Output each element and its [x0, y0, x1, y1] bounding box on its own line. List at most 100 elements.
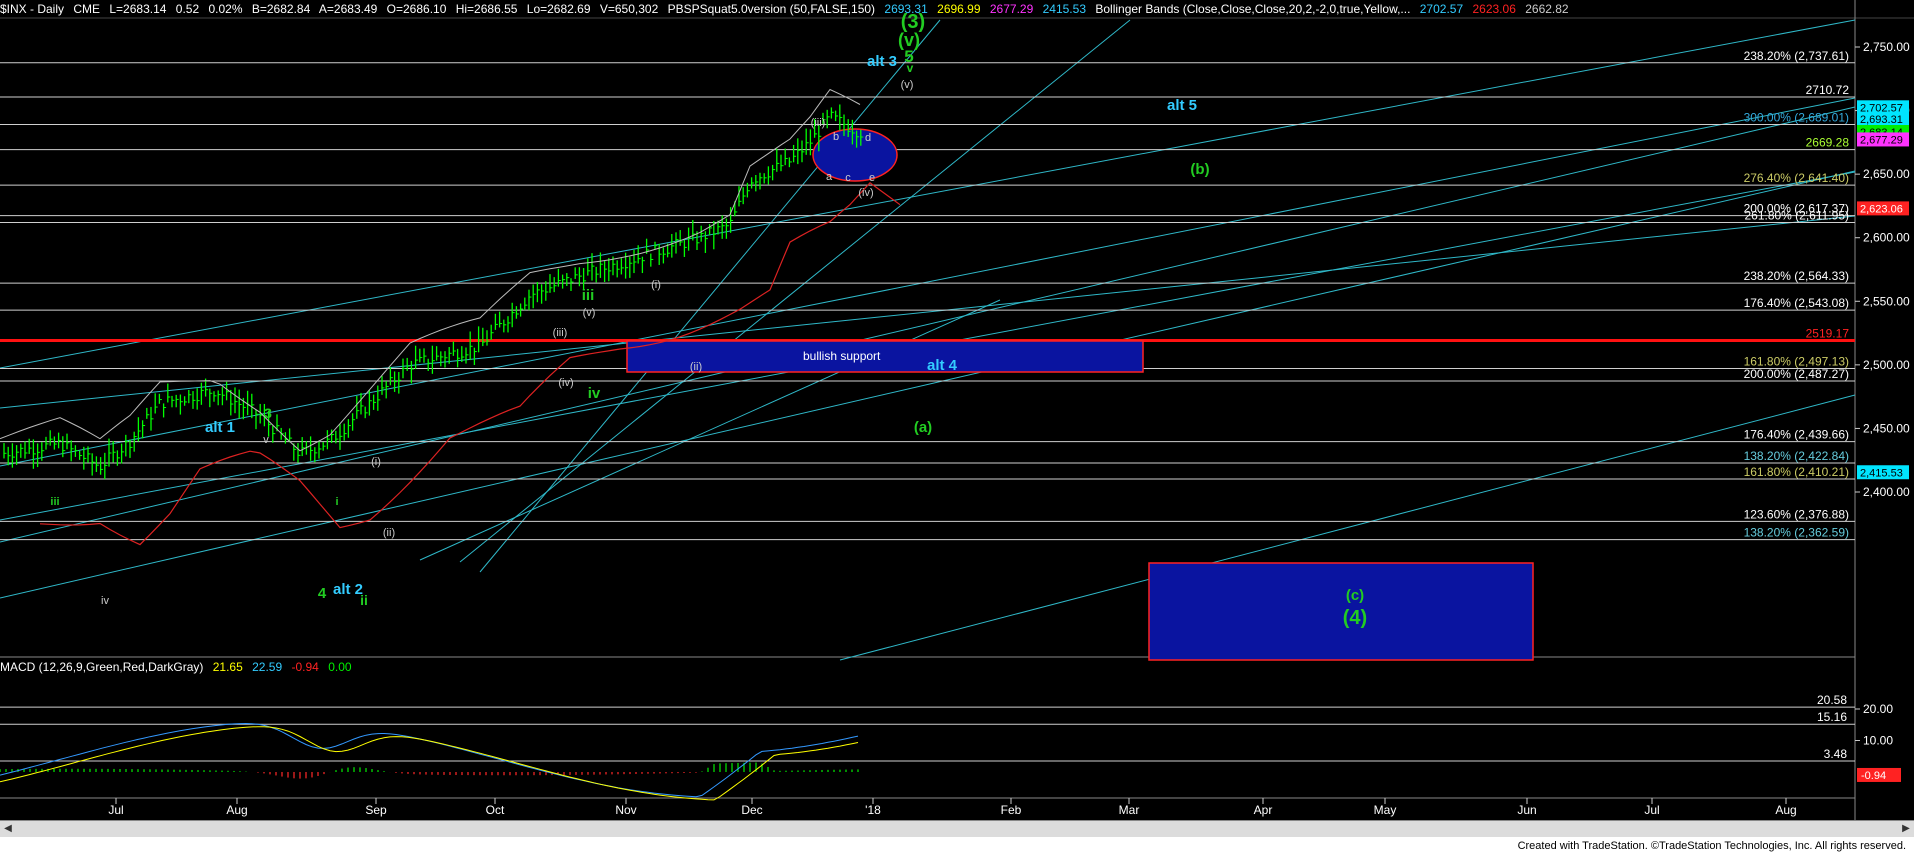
scroll-right-icon[interactable]: ▶ — [1898, 821, 1914, 837]
fib-level-label: 2519.17 — [1806, 326, 1850, 340]
subwave-label: (i) — [371, 456, 381, 468]
fib-level-label: 300.00% (2,689.01) — [1744, 111, 1849, 125]
fib-levels: 238.20% (2,737.61) 2710.72 300.00% (2,689.… — [0, 49, 1855, 541]
subwave-label: b — [833, 131, 839, 143]
price-tick-label: 2,600.00 — [1863, 231, 1910, 245]
bollinger-bands — [0, 88, 901, 546]
wave-label: (b) — [1190, 161, 1209, 178]
bb-value-2: 2623.06 — [1472, 2, 1516, 16]
study-value-3: 2677.29 — [989, 2, 1034, 16]
study-value-1: 2693.31 — [884, 2, 928, 16]
macd-signal-line — [0, 726, 859, 801]
fib-level-label: 123.60% (2,376.88) — [1744, 507, 1849, 521]
time-tick-label: May — [1374, 803, 1397, 817]
wave-label: iii — [50, 496, 59, 508]
subwave-label: (iv) — [558, 377, 573, 389]
macd-line — [0, 722, 859, 798]
low-value: Lo=2682.69 — [526, 2, 591, 16]
alt-wave-label: alt 4 — [927, 357, 958, 374]
fib-level-label: 200.00% (2,487.27) — [1744, 367, 1849, 381]
macd-label: MACD (12,26,9,Green,Red,DarkGray) — [0, 660, 204, 674]
time-tick-label: Jun — [1517, 803, 1536, 817]
price-tick-label: 2,500.00 — [1863, 358, 1910, 372]
macd-tick-label: 20.00 — [1863, 702, 1893, 716]
ask-value: A=2683.49 — [318, 2, 378, 16]
trendline — [479, 19, 941, 573]
pct-change: 0.02% — [208, 2, 243, 16]
fib-level-label: 276.40% (2,641.40) — [1744, 171, 1849, 185]
subwave-label: (ii) — [690, 361, 702, 373]
subwave-label: (ii) — [383, 527, 395, 539]
footer-credit: Created with TradeStation. ©TradeStation… — [1517, 840, 1906, 852]
macd-panel: 20.58 15.16 3.48 20.00 10.00 -0.94 — [0, 693, 1901, 801]
footer: Created with TradeStation. ©TradeStation… — [0, 837, 1914, 856]
trendline — [0, 97, 1856, 467]
zone-box — [626, 340, 1144, 373]
price-badge-label: 2,677.29 — [1860, 134, 1903, 146]
fib-level-label: 261.80% (2,611.95) — [1744, 209, 1849, 223]
fib-level-label: 138.20% (2,422.84) — [1744, 449, 1849, 463]
time-tick-label: '18 — [865, 803, 881, 817]
wave-label: (a) — [914, 419, 932, 436]
bid-value: B=2682.84 — [251, 2, 311, 16]
macd-level-label: 20.58 — [1817, 693, 1847, 707]
subwave-label: a — [826, 171, 833, 183]
study-label: PBSPSquat5.0version (50,FALSE,150) — [667, 2, 876, 16]
fib-level-label: 161.80% (2,410.21) — [1744, 465, 1849, 479]
subwave-label: (v) — [901, 79, 914, 91]
macd-value-2: 22.59 — [252, 660, 283, 674]
wave-label: v — [907, 61, 914, 75]
bb-value-1: 2702.57 — [1419, 2, 1464, 16]
scroll-left-icon[interactable]: ◀ — [0, 821, 16, 837]
price-axis: 2,750.002,700.002,650.002,600.002,550.00… — [1855, 40, 1910, 499]
fib-level-label: 2669.28 — [1806, 136, 1850, 150]
time-tick-label: Sep — [365, 803, 387, 817]
time-tick-label: Dec — [741, 803, 762, 817]
subwave-label: (iii) — [811, 117, 826, 129]
wave-label: iv — [588, 385, 601, 402]
bb-label: Bollinger Bands (Close,Close,Close,20,2,… — [1095, 2, 1411, 16]
macd-value-1: 21.65 — [212, 660, 243, 674]
study-value-4: 2415.53 — [1042, 2, 1086, 16]
time-tick-label: Mar — [1119, 803, 1140, 817]
subwave-label: (iii) — [553, 327, 568, 339]
time-tick-label: Jul — [1644, 803, 1659, 817]
time-axis: Jul Aug Sep Oct Nov Dec '18 Feb Mar Apr May Jun Jul A… — [108, 798, 1797, 817]
time-tick-label: Nov — [615, 803, 636, 817]
trendline — [459, 19, 1131, 563]
time-tick-label: Apr — [1254, 803, 1273, 817]
trendline — [0, 106, 1856, 543]
fib-level-label: 138.20% (2,362.59) — [1744, 526, 1849, 540]
volume-value: V=650,302 — [599, 2, 659, 16]
wave-labels: (3)(v)5v(b)(a)(c)(4)3iiiiv4 iiiii ialt 3al… — [50, 11, 1367, 629]
symbol-label: $INX - Daily — [0, 2, 65, 16]
price-bars — [3, 104, 864, 480]
alt-wave-label: alt 2 — [333, 581, 363, 598]
alt-wave-label: alt 5 — [1167, 97, 1197, 114]
wave-label: i — [335, 496, 338, 508]
price-tick-label: 2,650.00 — [1863, 167, 1910, 181]
fib-level-label: 176.40% (2,439.66) — [1744, 428, 1849, 442]
fib-level-label: 176.40% (2,543.08) — [1744, 296, 1849, 310]
subwave-label: iv — [101, 595, 109, 607]
subwave-label: (i) — [651, 279, 661, 291]
alt-wave-label: alt 3 — [867, 53, 897, 70]
time-tick-label: Aug — [1775, 803, 1796, 817]
trendline — [0, 170, 1856, 599]
zone-label: bullish support — [803, 349, 881, 363]
trendline — [0, 19, 1856, 369]
zone-box — [1148, 562, 1534, 661]
last-price: L=2683.14 — [109, 2, 167, 16]
macd-value-3: -0.94 — [291, 660, 319, 674]
study-value-2: 2696.99 — [937, 2, 981, 16]
subwave-label: e — [869, 172, 875, 184]
alt-wave-label: alt 1 — [205, 419, 235, 436]
horizontal-scrollbar[interactable]: ◀ ▶ — [0, 820, 1914, 837]
wave-label: 4 — [318, 585, 327, 602]
subwave-label: (iv) — [858, 187, 873, 199]
time-tick-label: Jul — [108, 803, 123, 817]
macd-value-4: 0.00 — [328, 660, 352, 674]
bb-value-3: 2662.82 — [1525, 2, 1569, 16]
price-badge-label: 2,415.53 — [1860, 467, 1903, 479]
macd-header: MACD (12,26,9,Green,Red,DarkGray) 21.65 … — [0, 660, 358, 674]
